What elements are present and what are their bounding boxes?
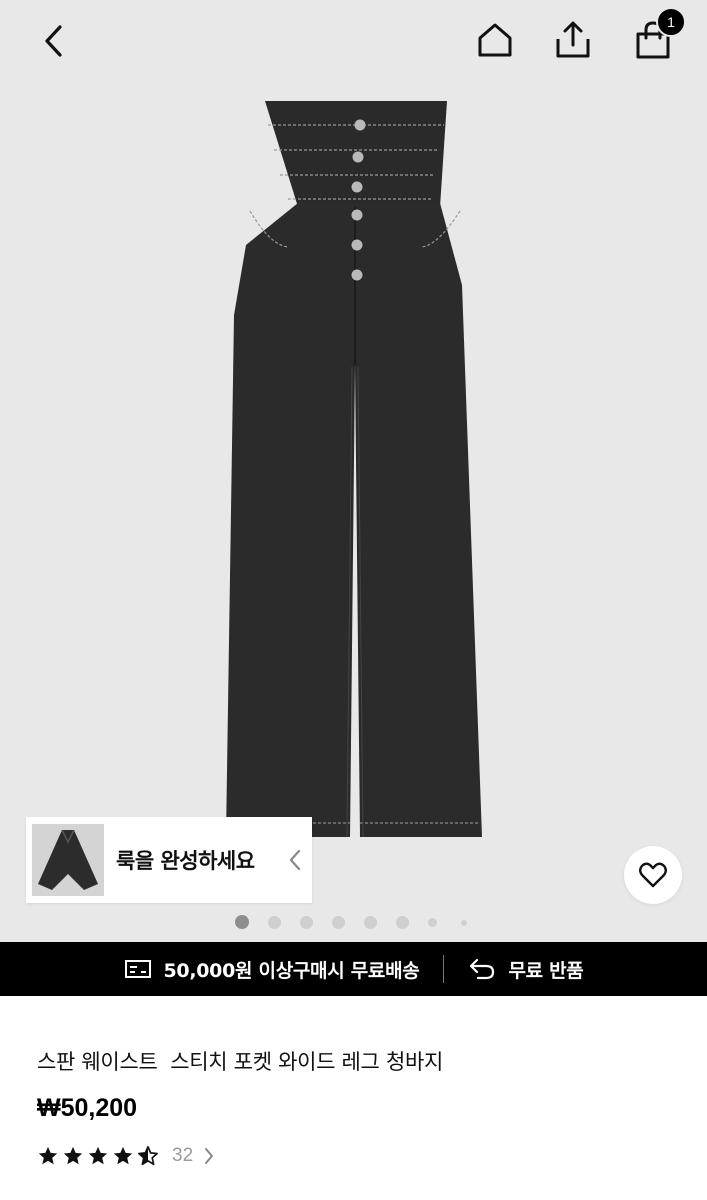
pagination-dot[interactable]: [268, 916, 281, 929]
complete-the-look-label: 룩을 완성하세요: [116, 849, 255, 873]
product-gallery[interactable]: 1 룩을 완성하세요: [0, 0, 707, 942]
promo-banner[interactable]: 50,000원 이상구매시 무료배송 무료 반품: [0, 942, 707, 996]
pagination-dot[interactable]: [332, 916, 345, 929]
home-button[interactable]: [470, 16, 520, 64]
complete-the-look-card[interactable]: 룩을 완성하세요: [26, 817, 312, 903]
pagination-dot[interactable]: [364, 916, 377, 929]
pagination-dot[interactable]: [461, 920, 467, 926]
chevron-right-icon[interactable]: [203, 1146, 215, 1166]
star-full-icon: [88, 1146, 108, 1165]
promo-divider: [443, 955, 445, 983]
star-full-icon: [113, 1146, 133, 1165]
chevron-left-icon: [289, 849, 301, 871]
product-title: 스판 웨이스트 스티치 포켓 와이드 레그 청바지: [37, 1050, 444, 1074]
look-collapse-button[interactable]: [284, 845, 306, 875]
review-count[interactable]: 32: [172, 1145, 193, 1167]
free-return-promo: 무료 반품: [468, 956, 584, 983]
pagination-dot[interactable]: [428, 918, 437, 927]
home-icon: [478, 23, 512, 57]
delivery-card-icon: [124, 959, 152, 979]
pagination-dot[interactable]: [300, 916, 313, 929]
product-image[interactable]: [210, 95, 500, 850]
share-icon: [556, 21, 590, 58]
free-return-text: 무료 반품: [508, 959, 584, 982]
free-shipping-promo: 50,000원 이상구매시 무료배송: [124, 956, 420, 983]
look-thumbnail: [32, 824, 104, 896]
star-full-icon: [38, 1146, 58, 1165]
gallery-pagination: [0, 913, 707, 933]
star-half-icon: [138, 1146, 158, 1166]
wishlist-button[interactable]: [624, 846, 682, 904]
cart-count-badge: 1: [656, 7, 686, 37]
heart-icon: [639, 862, 667, 888]
pagination-dot[interactable]: [396, 916, 409, 929]
poncho-thumbnail-image: [32, 824, 104, 896]
rating-row[interactable]: 32: [37, 1143, 215, 1169]
product-price: ₩50,200: [37, 1094, 138, 1122]
back-button[interactable]: [30, 18, 78, 64]
free-shipping-text: 50,000원 이상구매시 무료배송: [163, 959, 420, 982]
share-button[interactable]: [548, 16, 598, 64]
pagination-dot-active[interactable]: [235, 915, 249, 929]
chevron-left-icon: [45, 25, 62, 57]
star-full-icon: [63, 1146, 83, 1165]
return-arrow-icon: [468, 957, 496, 981]
